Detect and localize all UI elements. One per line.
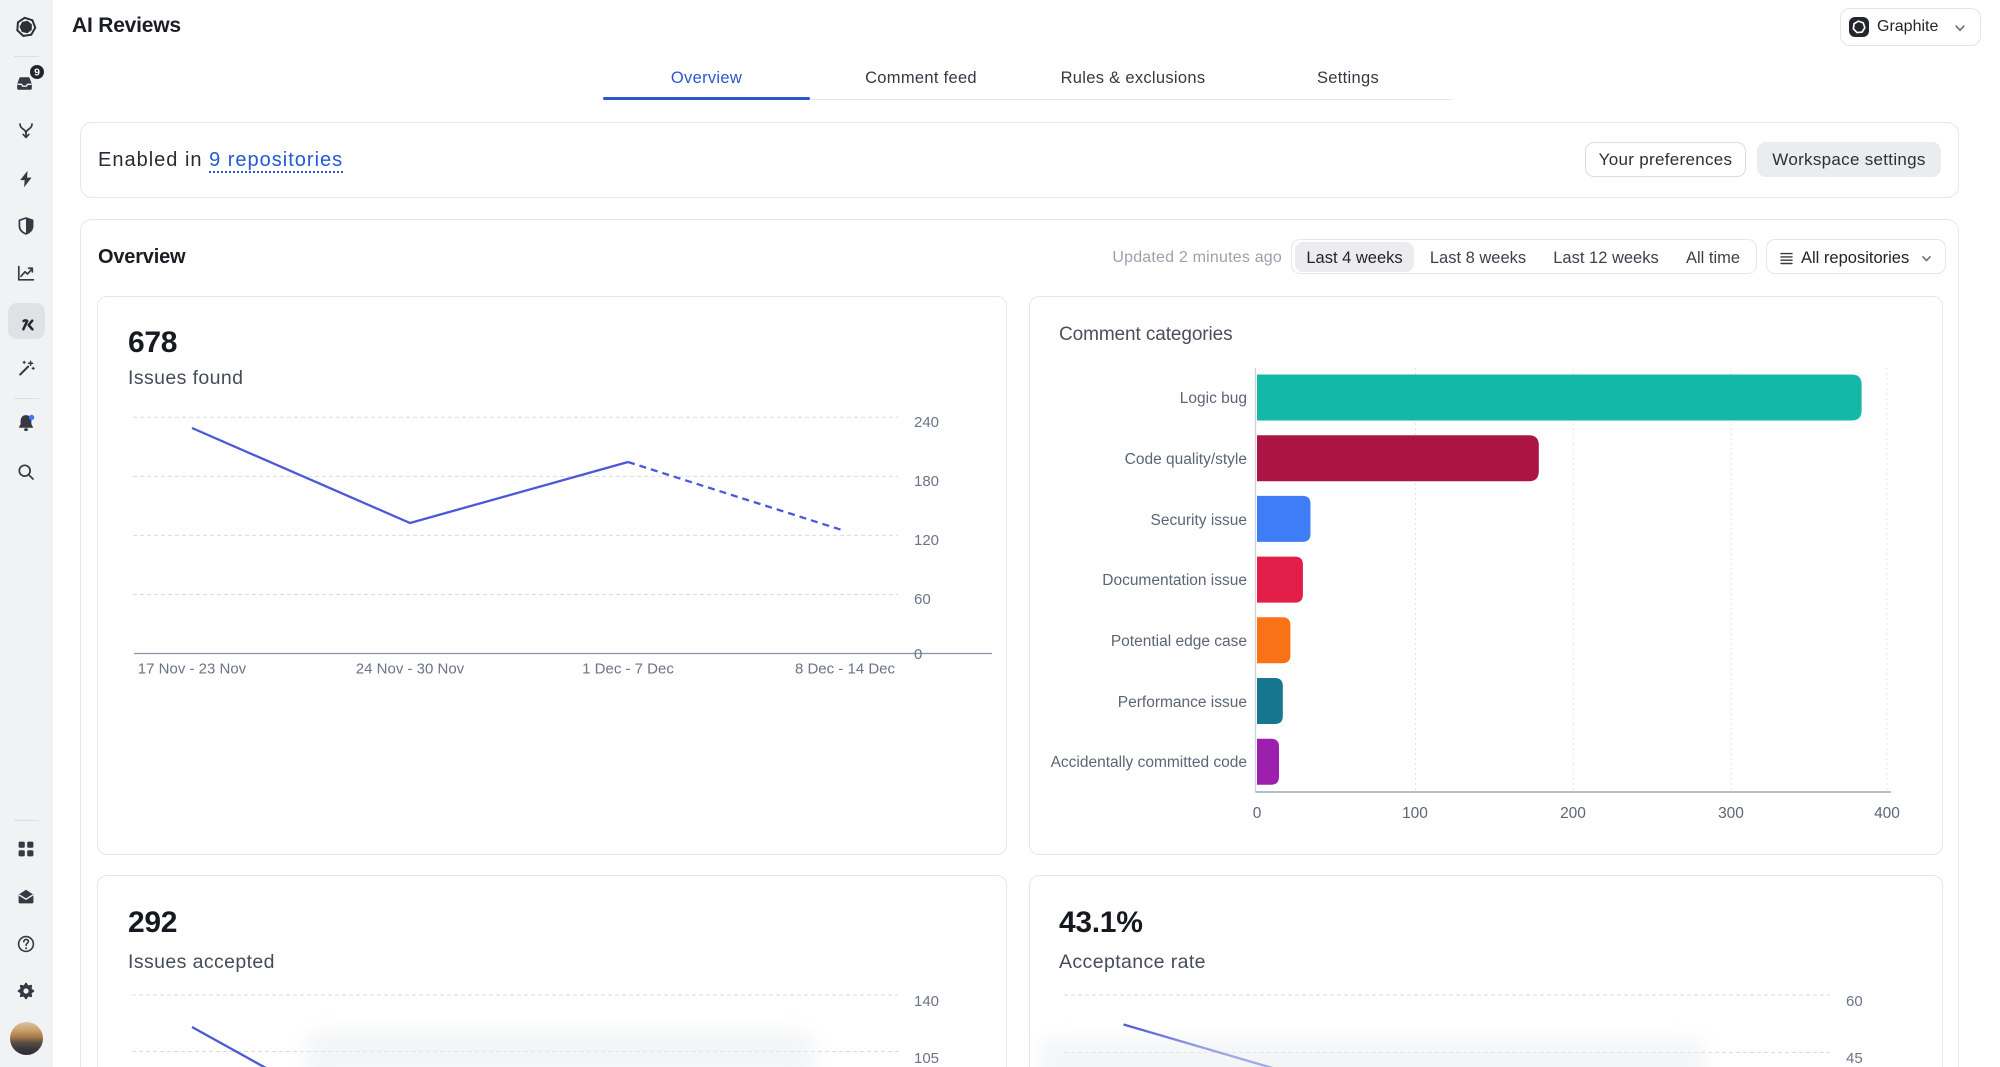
svg-text:200: 200 xyxy=(1560,805,1586,822)
svg-text:45: 45 xyxy=(1846,1050,1863,1067)
svg-text:Performance issue: Performance issue xyxy=(1118,694,1247,711)
svg-text:180: 180 xyxy=(914,473,939,490)
svg-text:Security issue: Security issue xyxy=(1151,512,1247,529)
svg-text:300: 300 xyxy=(1718,805,1744,822)
svg-text:Documentation issue: Documentation issue xyxy=(1102,572,1247,589)
svg-text:100: 100 xyxy=(1402,805,1428,822)
svg-text:60: 60 xyxy=(914,591,931,608)
svg-text:24 Nov - 30 Nov: 24 Nov - 30 Nov xyxy=(356,661,465,678)
svg-text:17 Nov - 23 Nov: 17 Nov - 23 Nov xyxy=(138,661,247,678)
svg-text:8 Dec - 14 Dec: 8 Dec - 14 Dec xyxy=(795,661,896,678)
svg-text:400: 400 xyxy=(1874,805,1900,822)
svg-text:Logic bug: Logic bug xyxy=(1180,390,1247,407)
svg-text:1 Dec - 7 Dec: 1 Dec - 7 Dec xyxy=(582,661,674,678)
svg-text:0: 0 xyxy=(1253,805,1262,822)
svg-text:240: 240 xyxy=(914,414,939,431)
svg-text:60: 60 xyxy=(1846,993,1863,1010)
svg-text:105: 105 xyxy=(914,1050,939,1067)
svg-text:140: 140 xyxy=(914,993,939,1010)
svg-text:0: 0 xyxy=(914,646,922,663)
svg-text:Code quality/style: Code quality/style xyxy=(1125,451,1247,468)
svg-text:Potential edge case: Potential edge case xyxy=(1111,633,1247,650)
svg-text:Accidentally committed code: Accidentally committed code xyxy=(1051,754,1247,771)
svg-text:9: 9 xyxy=(34,66,40,78)
svg-text:120: 120 xyxy=(914,532,939,549)
